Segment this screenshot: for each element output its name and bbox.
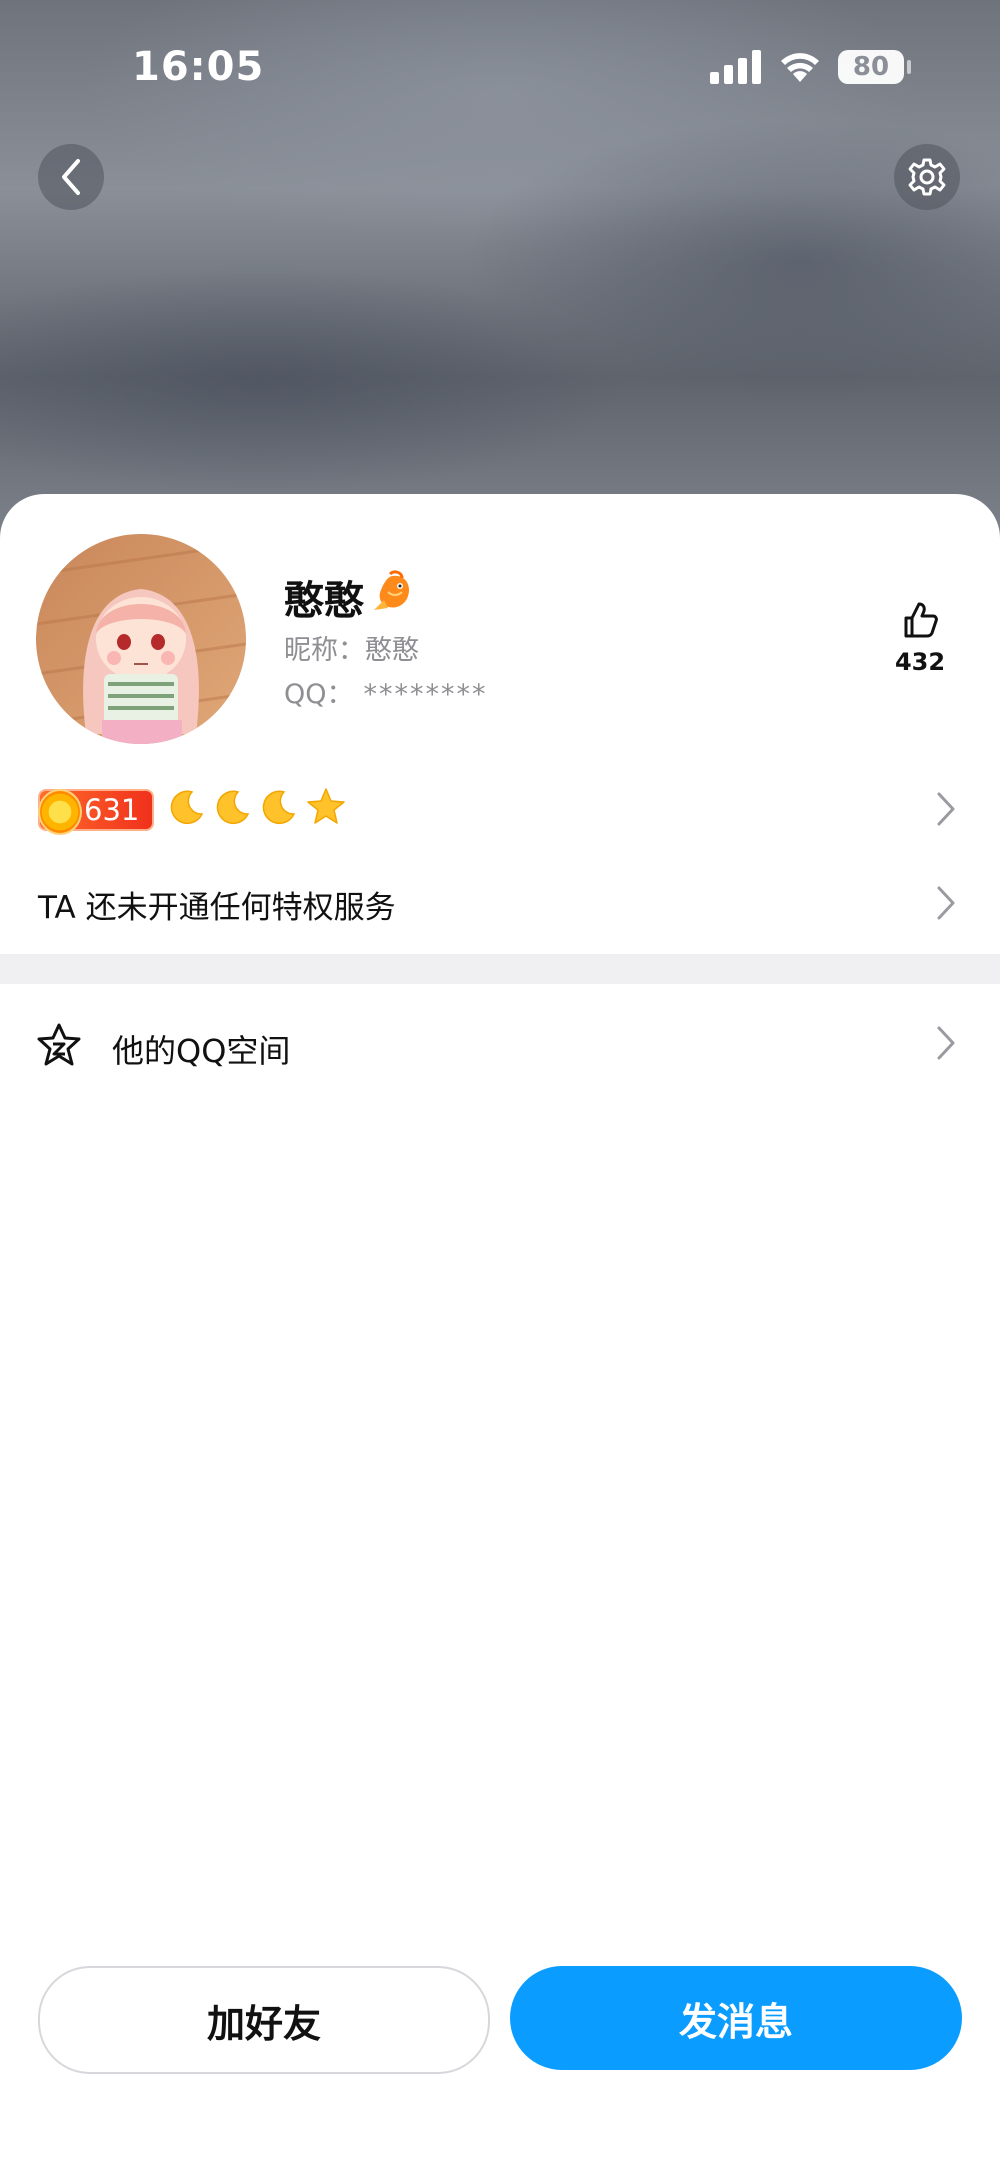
- thumbs-up-icon: [904, 602, 938, 638]
- profile-card: 憨憨 昵称：憨憨 QQ： ******** 432 631 TA 还未开通任何特…: [0, 494, 1000, 2168]
- privilege-text: TA 还未开通任何特权服务: [38, 890, 396, 926]
- qzone-star-icon: [37, 1023, 81, 1066]
- qzone-row[interactable]: 他的QQ空间: [0, 994, 1000, 1094]
- goldfish-icon: [374, 570, 410, 610]
- chevron-right-icon: [937, 1026, 955, 1060]
- chevron-right-icon: [937, 792, 955, 826]
- back-button[interactable]: [38, 144, 104, 210]
- qzone-label: 他的QQ空间: [112, 1032, 291, 1070]
- battery-indicator: 80: [838, 50, 904, 84]
- privilege-row[interactable]: TA 还未开通任何特权服务: [0, 864, 1000, 944]
- status-bar: 16:05 80: [0, 0, 1000, 130]
- send-message-button[interactable]: 发消息: [510, 1966, 962, 2070]
- avatar[interactable]: [36, 534, 246, 744]
- wifi-icon: [781, 53, 819, 82]
- coin-icon: [38, 789, 82, 835]
- nickname-label: 昵称：: [284, 635, 365, 666]
- like-count: 432: [894, 648, 946, 676]
- profile-name: 憨憨: [284, 578, 364, 624]
- gear-icon: [908, 158, 946, 196]
- moon-icon: [262, 790, 296, 825]
- add-friend-button[interactable]: 加好友: [38, 1966, 490, 2074]
- star-icon: [307, 788, 345, 824]
- like-button[interactable]: 432: [878, 600, 962, 676]
- moon-icon: [216, 790, 250, 825]
- status-time: 16:05: [132, 44, 265, 90]
- qq-number-row: QQ： ********: [284, 672, 488, 711]
- qq-label: QQ：: [284, 679, 354, 710]
- moon-icon: [170, 790, 204, 825]
- chevron-left-icon: [62, 159, 80, 195]
- avatar-image: [36, 534, 246, 744]
- nickname-row: 昵称：憨憨: [284, 628, 419, 667]
- battery-tip: [907, 60, 911, 74]
- nickname-value: 憨憨: [365, 635, 419, 666]
- coin-badge: 631: [38, 789, 154, 835]
- section-divider: [0, 954, 1000, 984]
- cellular-signal-icon: [710, 50, 761, 84]
- chevron-right-icon: [937, 886, 955, 920]
- coin-value: 631: [84, 793, 140, 827]
- qq-number: ********: [363, 679, 488, 710]
- level-row[interactable]: 631: [0, 774, 1000, 846]
- settings-button[interactable]: [894, 144, 960, 210]
